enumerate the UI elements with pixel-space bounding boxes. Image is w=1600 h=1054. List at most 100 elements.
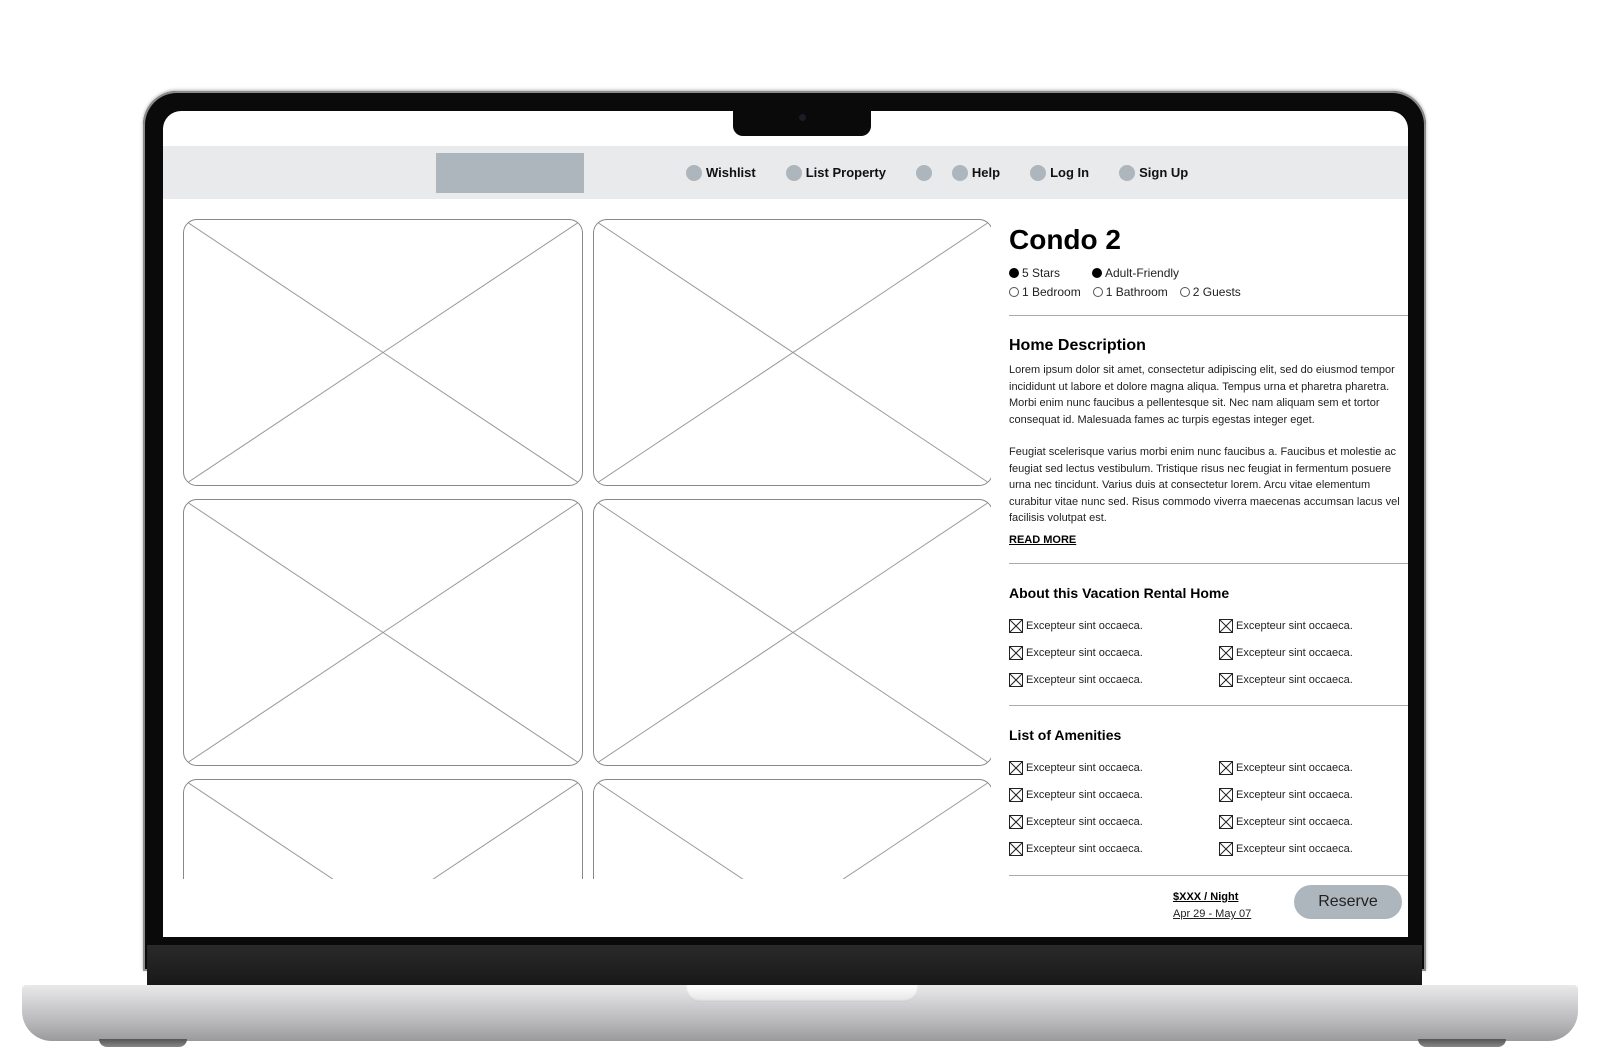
amenity-label: Excepteur sint occaeca. (1236, 815, 1353, 828)
tag-label: 1 Bathroom (1105, 284, 1168, 299)
nav-item-label: List Property (805, 165, 886, 180)
divider (1009, 874, 1408, 876)
feature-label: Excepteur sint occaeca. (1026, 619, 1143, 632)
amenity-label: Excepteur sint occaeca. (1026, 815, 1143, 828)
filled-bullet-icon (1092, 267, 1102, 278)
amenity-item: Excepteur sint occaeca. (1219, 814, 1408, 830)
nav-item-wishlist[interactable]: Wishlist (686, 164, 756, 181)
log-in-icon (1030, 164, 1047, 181)
nav-item-icon-only[interactable] (915, 164, 932, 181)
amenities-list: Excepteur sint occaeca. Excepteur sint o… (1009, 760, 1408, 857)
nav-item-log-in[interactable]: Log In (1030, 164, 1090, 181)
photo-placeholder[interactable] (183, 779, 583, 879)
amenity-placeholder-icon (1009, 814, 1023, 829)
tag-adult-friendly: Adult-Friendly (1092, 266, 1179, 280)
description-paragraph: Lorem ipsum dolor sit amet, consectetur … (1009, 364, 1395, 426)
nav-item-sign-up[interactable]: Sign Up (1119, 164, 1188, 181)
photo-placeholder[interactable] (183, 499, 583, 766)
photo-placeholder[interactable] (183, 219, 583, 486)
photo-placeholder[interactable] (593, 219, 991, 486)
image-placeholder-icon (594, 220, 991, 485)
wishlist-icon (686, 164, 702, 181)
amenity-label: Excepteur sint occaeca. (1236, 788, 1353, 801)
laptop-mockup: Wishlist List Property Help Log In Sign … (0, 0, 1600, 1054)
reserve-button[interactable]: Reserve (1294, 885, 1402, 919)
help-icon (951, 164, 968, 181)
tag-label: 2 Guests (1192, 284, 1241, 299)
price-per-night[interactable]: $XXX / Night (1173, 891, 1238, 903)
camera-notch (733, 108, 871, 136)
nav-item-label: Wishlist (706, 165, 756, 180)
nav-item-help[interactable]: Help (951, 164, 1000, 181)
amenity-item: Excepteur sint occaeca. (1009, 787, 1219, 803)
list-property-icon (785, 164, 802, 181)
sign-up-icon (1119, 164, 1136, 181)
feature-item: Excepteur sint occaeca. (1219, 672, 1408, 688)
about-feature-list: Excepteur sint occaeca. Excepteur sint o… (1009, 618, 1408, 688)
logo-placeholder[interactable] (436, 153, 584, 193)
amenities-heading: List of Amenities (1009, 726, 1122, 743)
amenity-placeholder-icon (1219, 841, 1233, 856)
image-placeholder-icon (594, 500, 991, 765)
camera-icon (799, 114, 806, 121)
amenity-placeholder-icon (1009, 841, 1023, 856)
amenity-label: Excepteur sint occaeca. (1236, 761, 1353, 774)
read-more-link[interactable]: READ MORE (1009, 534, 1408, 546)
tag-stars: 5 Stars (1009, 266, 1080, 280)
amenity-item: Excepteur sint occaeca. (1219, 787, 1408, 803)
amenity-placeholder-icon (1009, 787, 1023, 802)
feature-label: Excepteur sint occaeca. (1236, 646, 1353, 659)
empty-bullet-icon (1179, 286, 1190, 297)
feature-label: Excepteur sint occaeca. (1026, 673, 1143, 686)
amenity-placeholder-icon (1009, 760, 1023, 775)
feature-item: Excepteur sint occaeca. (1009, 672, 1219, 688)
feature-placeholder-icon (1219, 645, 1233, 660)
amenity-placeholder-icon (1219, 760, 1233, 775)
photo-placeholder[interactable] (593, 499, 991, 766)
description-paragraph: Feugiat scelerisque varius morbi enim nu… (1009, 446, 1400, 524)
photo-placeholder[interactable] (593, 779, 991, 879)
laptop-opening-notch (686, 985, 918, 1002)
feature-item: Excepteur sint occaeca. (1219, 645, 1408, 661)
amenity-item: Excepteur sint occaeca. (1219, 760, 1408, 776)
image-placeholder-icon (184, 220, 582, 485)
feature-item: Excepteur sint occaeca. (1009, 645, 1219, 661)
filled-bullet-icon (1009, 267, 1019, 278)
feature-label: Excepteur sint occaeca. (1236, 619, 1353, 632)
empty-bullet-icon (1092, 286, 1103, 297)
tag-bedroom: 1 Bedroom (1009, 285, 1081, 299)
amenity-item: Excepteur sint occaeca. (1009, 760, 1219, 776)
tag-guests: 2 Guests (1179, 284, 1241, 299)
tag-bathroom: 1 Bathroom (1092, 284, 1168, 299)
feature-placeholder-icon (1219, 672, 1233, 687)
feature-placeholder-icon (1009, 645, 1023, 660)
listing-details: Condo 2 5 Stars Adult-Friendly 1 Bedroom… (1009, 219, 1408, 876)
nav-item-list-property[interactable]: List Property (785, 164, 886, 181)
feature-placeholder-icon (1009, 672, 1023, 687)
empty-bullet-icon (1009, 286, 1019, 297)
amenity-placeholder-icon (1219, 787, 1233, 802)
amenity-label: Excepteur sint occaeca. (1026, 842, 1143, 855)
about-heading: About this Vacation Rental Home (1009, 584, 1230, 601)
top-nav: Wishlist List Property Help Log In Sign … (163, 146, 1408, 199)
feature-item: Excepteur sint occaeca. (1219, 618, 1408, 634)
listing-title: Condo 2 (1009, 224, 1121, 255)
laptop-chin (147, 945, 1422, 990)
nav-menu: Wishlist List Property Help Log In Sign … (686, 146, 1218, 199)
date-range[interactable]: Apr 29 - May 07 (1173, 908, 1251, 920)
booking-bar: $XXX / Night Apr 29 - May 07 Reserve (1173, 885, 1408, 935)
divider (1009, 704, 1408, 706)
laptop-foot-left (99, 1039, 187, 1047)
feature-label: Excepteur sint occaeca. (1236, 673, 1353, 686)
screen: Wishlist List Property Help Log In Sign … (163, 111, 1408, 937)
amenity-item: Excepteur sint occaeca. (1219, 841, 1408, 857)
divider (1009, 315, 1408, 316)
nav-item-label: Log In (1050, 165, 1090, 180)
tag-label: 5 Stars (1022, 265, 1061, 280)
feature-item: Excepteur sint occaeca. (1009, 618, 1219, 634)
amenity-item: Excepteur sint occaeca. (1009, 814, 1219, 830)
feature-placeholder-icon (1009, 618, 1023, 633)
tag-label: Adult-Friendly (1105, 265, 1180, 280)
laptop-foot-right (1418, 1039, 1506, 1047)
amenity-placeholder-icon (1219, 814, 1233, 829)
